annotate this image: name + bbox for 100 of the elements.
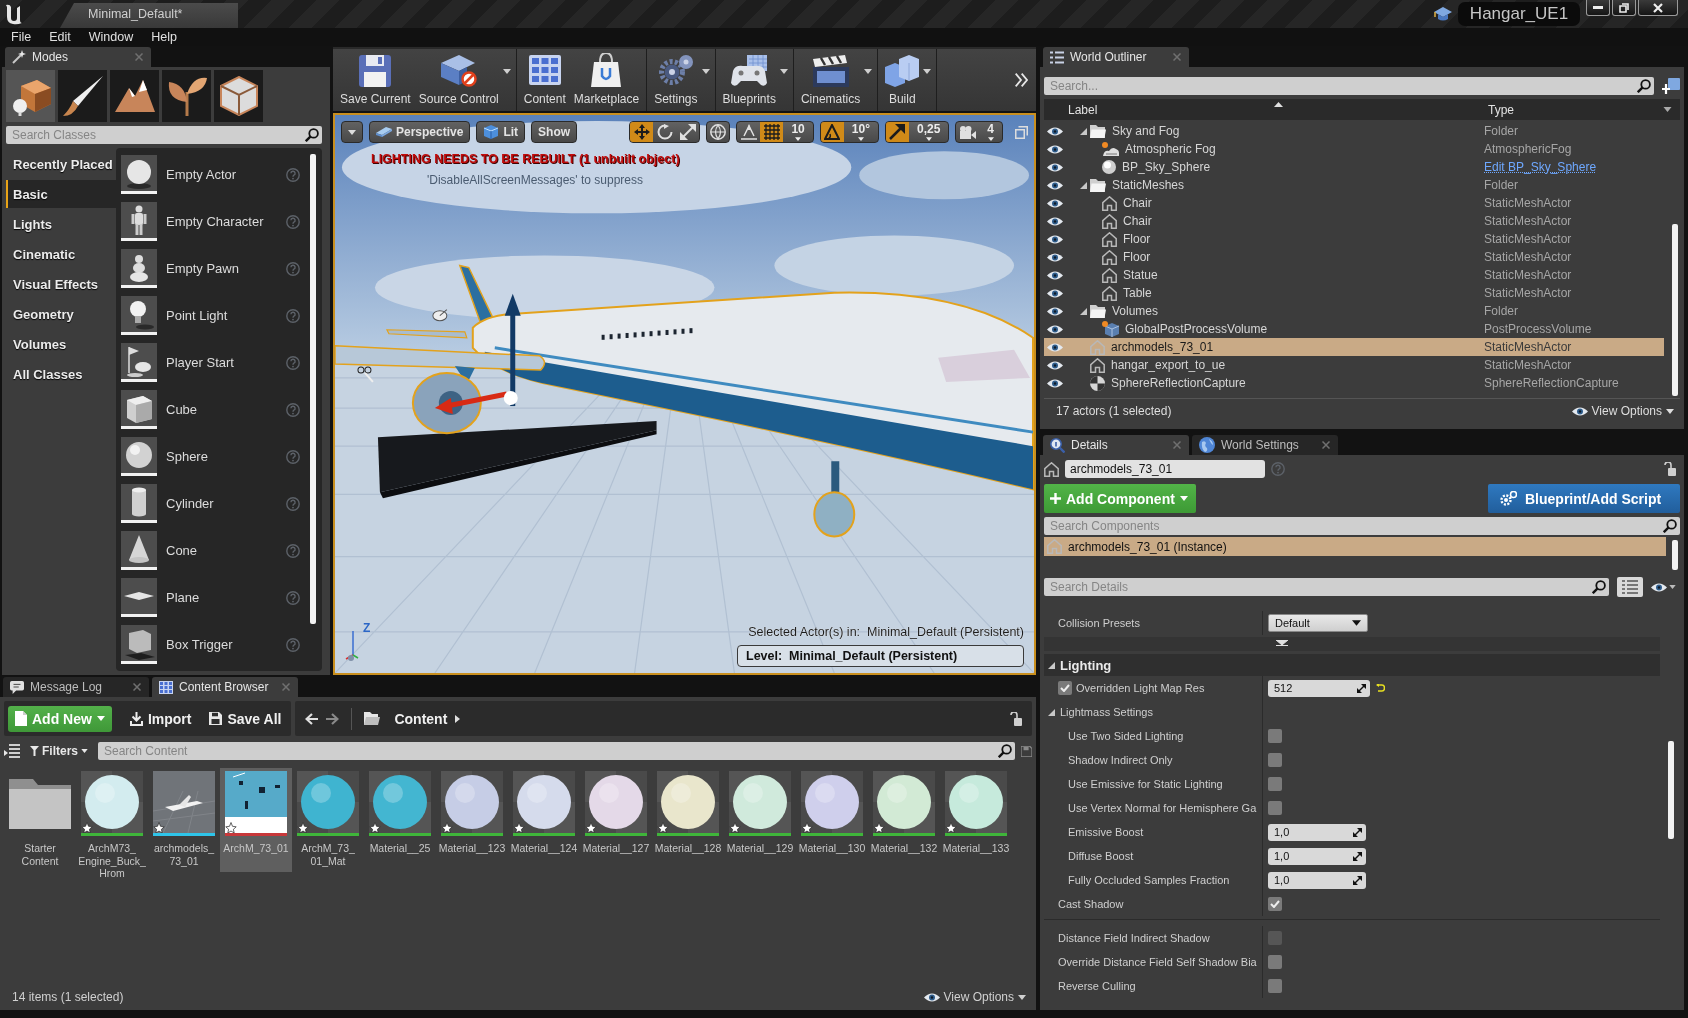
toolbar-button[interactable]: Content bbox=[519, 49, 570, 111]
number-field[interactable]: 512 bbox=[1268, 679, 1370, 697]
folder-icon[interactable] bbox=[9, 779, 71, 829]
reset-arrow-icon[interactable] bbox=[1376, 684, 1385, 692]
dropdown-caret-icon[interactable] bbox=[502, 68, 511, 74]
eye-icon[interactable] bbox=[1047, 233, 1063, 245]
mode-button[interactable] bbox=[214, 70, 263, 122]
eye-icon[interactable] bbox=[1047, 269, 1063, 281]
toggle-button[interactable] bbox=[630, 122, 654, 142]
save-all-button[interactable]: Save All bbox=[209, 710, 282, 727]
checkbox[interactable] bbox=[1268, 897, 1282, 911]
material-thumbnail[interactable] bbox=[729, 771, 791, 836]
snap-value-button[interactable]: 0,25 bbox=[908, 122, 949, 142]
help-icon[interactable] bbox=[286, 402, 300, 417]
airplane-thumbnail[interactable] bbox=[153, 771, 215, 836]
figure-thumbnail-icon[interactable] bbox=[121, 202, 157, 241]
menu-item[interactable]: File bbox=[2, 30, 41, 44]
panel-tab[interactable]: Content Browser bbox=[152, 677, 298, 697]
sphere-thumbnail-icon[interactable] bbox=[121, 155, 157, 194]
asset-tile[interactable]: Material__127 bbox=[580, 768, 652, 872]
viewport-button[interactable]: Perspective bbox=[369, 121, 471, 143]
caret-right-icon[interactable] bbox=[455, 714, 461, 723]
scrollbar-thumb[interactable] bbox=[1672, 224, 1678, 396]
rings-icon[interactable] bbox=[357, 366, 374, 383]
pawn-thumbnail-icon[interactable] bbox=[121, 249, 157, 288]
maximize-icon[interactable] bbox=[1015, 125, 1028, 139]
checkbox[interactable] bbox=[1268, 955, 1282, 969]
toolbar-button[interactable]: Settings bbox=[650, 49, 702, 111]
filters-button[interactable]: Filters bbox=[26, 744, 92, 758]
asset-tile[interactable]: Material__25 bbox=[364, 768, 436, 872]
eye-icon[interactable] bbox=[1047, 215, 1063, 227]
triangle-icon[interactable] bbox=[1080, 307, 1087, 315]
edit-link[interactable]: Edit BP_Sky_Sphere bbox=[1484, 160, 1597, 174]
document-tab[interactable]: Minimal_Default* bbox=[60, 3, 238, 28]
class-label[interactable]: Cylinder bbox=[166, 496, 277, 511]
triangle-icon[interactable] bbox=[1048, 708, 1055, 716]
class-label[interactable]: Point Light bbox=[166, 308, 277, 323]
material-thumbnail[interactable] bbox=[81, 771, 143, 836]
search-icon[interactable] bbox=[1637, 79, 1651, 93]
viewport-button[interactable]: Show bbox=[531, 121, 578, 143]
search-icon[interactable] bbox=[1663, 519, 1677, 533]
minimize-button[interactable] bbox=[1586, 0, 1610, 16]
scrollbar-thumb[interactable] bbox=[310, 154, 316, 624]
eye-icon[interactable] bbox=[1651, 581, 1667, 593]
toolbar-button[interactable]: Save Current bbox=[336, 49, 415, 111]
triangle-icon[interactable] bbox=[1080, 181, 1087, 189]
toggle-button[interactable] bbox=[820, 122, 844, 142]
cube-thumbnail-icon[interactable] bbox=[121, 390, 157, 429]
material-thumbnail[interactable] bbox=[657, 771, 719, 836]
material-thumbnail[interactable] bbox=[441, 771, 503, 836]
outliner-row[interactable]: GlobalPostProcessVolume PostProcessVolume bbox=[1044, 320, 1664, 338]
mode-button[interactable] bbox=[6, 70, 55, 122]
component-row[interactable]: archmodels_73_01 (Instance) bbox=[1044, 537, 1666, 556]
scrollbar-thumb[interactable] bbox=[1668, 741, 1674, 839]
help-icon[interactable] bbox=[286, 637, 300, 652]
outliner-row[interactable]: hangar_export_to_ue StaticMeshActor bbox=[1044, 356, 1664, 374]
dropdown-caret-icon[interactable] bbox=[1669, 585, 1676, 589]
class-label[interactable]: Box Trigger bbox=[166, 637, 277, 652]
category-item[interactable]: Recently Placed bbox=[6, 150, 116, 178]
search-icon[interactable] bbox=[1592, 580, 1606, 594]
eye-icon[interactable] bbox=[1047, 161, 1063, 173]
section-header[interactable]: Lighting bbox=[1044, 654, 1660, 676]
toggle-button[interactable] bbox=[760, 122, 784, 142]
light-bulb-thumbnail-icon[interactable] bbox=[121, 296, 157, 335]
mode-button[interactable] bbox=[110, 70, 159, 122]
dropdown-caret-icon[interactable] bbox=[779, 68, 788, 74]
asset-tile[interactable]: archmodels_73_01 bbox=[148, 768, 220, 872]
outliner-row[interactable]: Atmospheric Fog AtmosphericFog bbox=[1044, 140, 1664, 158]
column-header[interactable]: Type bbox=[1488, 102, 1663, 117]
material-thumbnail[interactable] bbox=[873, 771, 935, 836]
eye-icon[interactable] bbox=[1047, 197, 1063, 209]
outliner-row[interactable]: Floor StaticMeshActor bbox=[1044, 248, 1664, 266]
graduation-cap-icon[interactable] bbox=[1434, 6, 1452, 22]
asset-tile[interactable]: Material__133 bbox=[940, 768, 1012, 872]
checkbox[interactable] bbox=[1268, 979, 1282, 993]
asset-tile[interactable]: Material__124 bbox=[508, 768, 580, 872]
blueprint-button[interactable]: Blueprint/Add Script bbox=[1488, 484, 1680, 513]
checkbox[interactable] bbox=[1268, 801, 1282, 815]
eye-icon[interactable] bbox=[1047, 125, 1063, 137]
import-button[interactable]: Import bbox=[129, 710, 192, 727]
material-thumbnail[interactable] bbox=[585, 771, 647, 836]
category-item[interactable]: Visual Effects bbox=[6, 270, 116, 298]
asset-tile[interactable]: Material__129 bbox=[724, 768, 796, 872]
list-options-icon[interactable] bbox=[4, 744, 20, 758]
asset-tile[interactable]: ArchM_73_01 bbox=[220, 768, 292, 872]
outliner-row[interactable]: Floor StaticMeshActor bbox=[1044, 230, 1664, 248]
mode-button[interactable] bbox=[58, 70, 107, 122]
back-arrow-icon[interactable] bbox=[305, 712, 319, 725]
path-crumb[interactable]: Content bbox=[394, 710, 448, 727]
help-icon[interactable] bbox=[286, 543, 300, 558]
platform-drawing[interactable] bbox=[377, 421, 657, 499]
search-icon[interactable] bbox=[305, 128, 319, 142]
plus-square-icon[interactable] bbox=[1662, 78, 1680, 94]
category-item[interactable]: Lights bbox=[6, 210, 116, 238]
class-label[interactable]: Sphere bbox=[166, 449, 277, 464]
outliner-row[interactable]: Chair StaticMeshActor bbox=[1044, 194, 1664, 212]
viewport-frame[interactable] bbox=[333, 113, 1036, 675]
asset-tile[interactable]: Starter Content bbox=[4, 768, 76, 872]
material-thumbnail[interactable] bbox=[369, 771, 431, 836]
material-thumbnail[interactable] bbox=[801, 771, 863, 836]
